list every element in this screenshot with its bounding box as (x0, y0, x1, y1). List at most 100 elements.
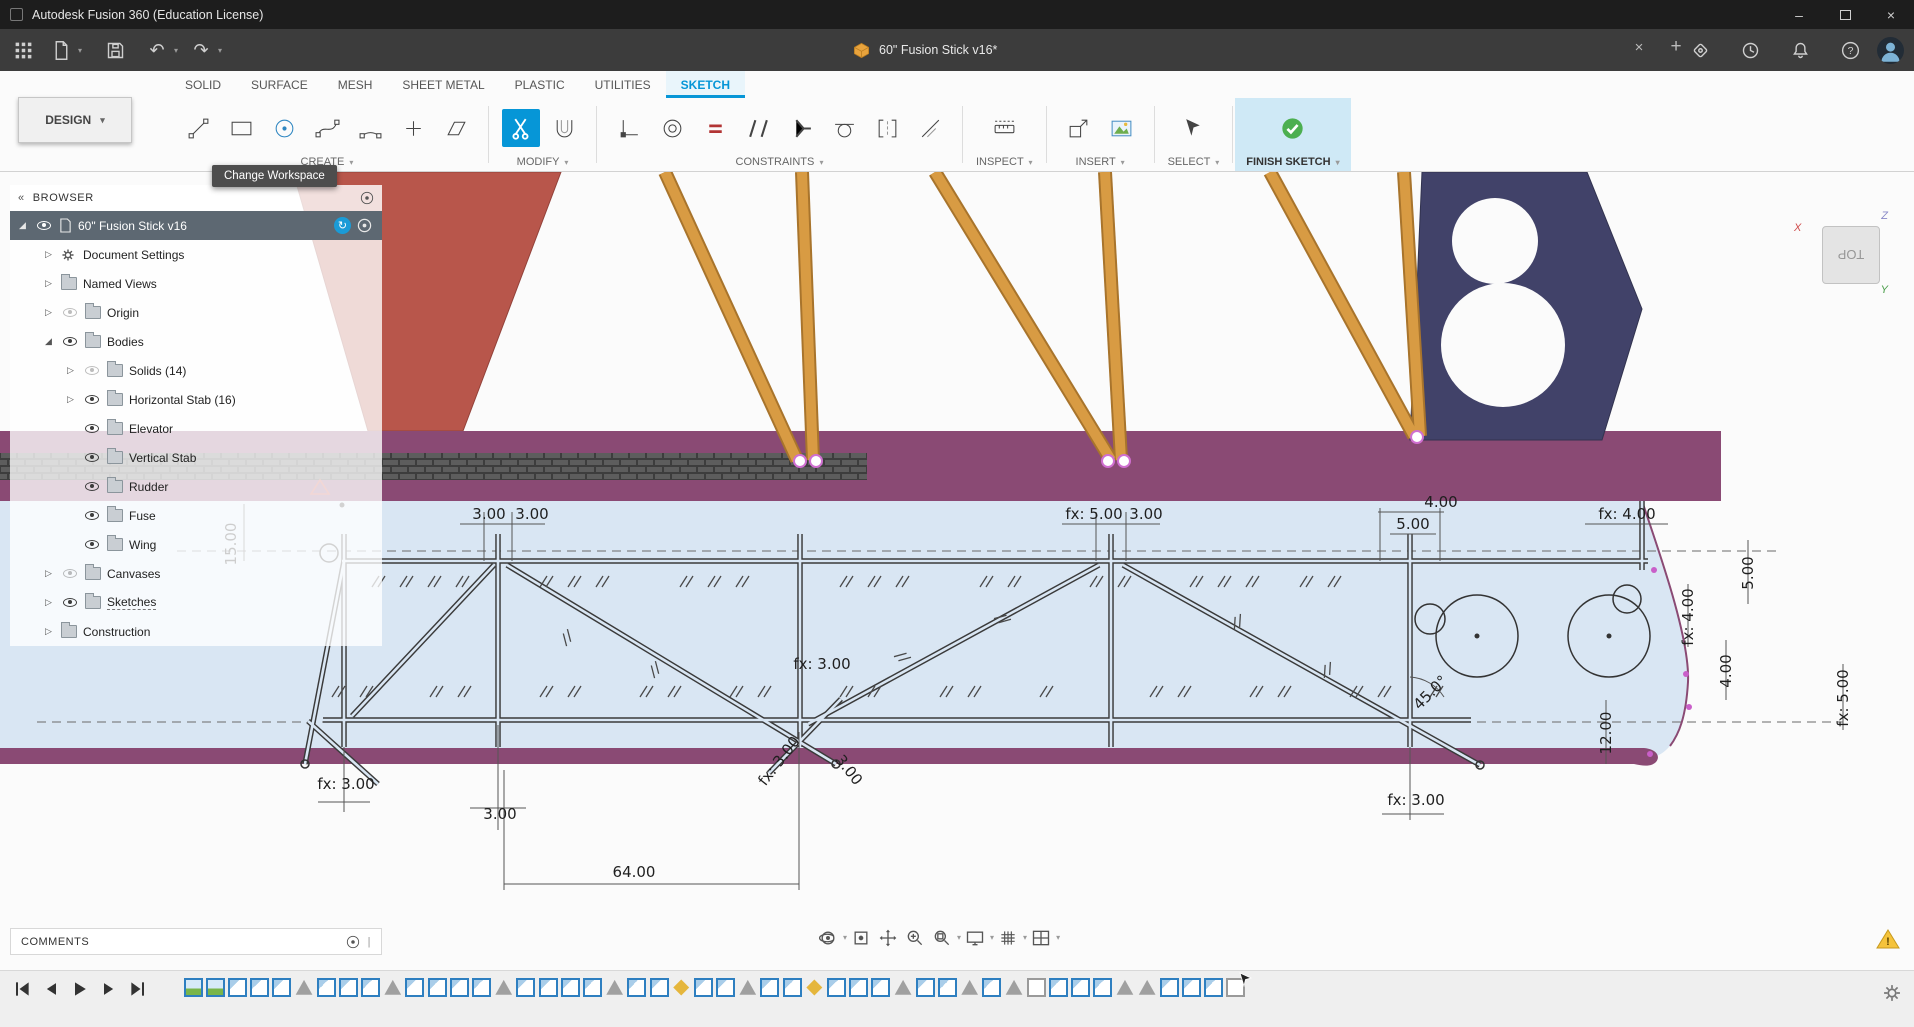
collapse-panel-icon[interactable]: « (18, 192, 25, 204)
point-tool-icon[interactable] (394, 109, 432, 147)
browser-root-item[interactable]: ◢ 60" Fusion Stick v16 ↻ (10, 211, 382, 240)
view-cube-top-face[interactable]: TOP (1822, 226, 1880, 284)
timeline-feature-hole[interactable] (805, 978, 824, 997)
browser-item-document-settings[interactable]: ▷Document Settings (10, 240, 382, 269)
grid-snap-icon[interactable] (994, 924, 1021, 951)
file-menu-caret-icon[interactable]: ▾ (78, 46, 82, 55)
cloud-status-badge-icon[interactable]: ↻ (334, 217, 351, 234)
timeline-feature-sketch[interactable] (783, 978, 802, 997)
timeline-feature-sketch[interactable] (650, 978, 669, 997)
timeline-feature-sketch[interactable] (694, 978, 713, 997)
modify-group-label[interactable]: MODIFY ▾ (517, 154, 569, 168)
timeline-feature-sketch[interactable] (361, 978, 380, 997)
rectangle-tool-icon[interactable] (222, 109, 260, 147)
timeline-feature-loft[interactable] (383, 978, 402, 997)
visibility-eye-icon[interactable] (83, 453, 101, 462)
timeline-feature-doc[interactable] (1027, 978, 1046, 997)
browser-item-elevator[interactable]: Elevator (10, 414, 382, 443)
dimension-label[interactable]: fx: 5.00 (1065, 505, 1122, 523)
symmetry-constraint-icon[interactable] (868, 109, 906, 147)
center-badge-icon[interactable] (357, 218, 372, 233)
timeline-feature-loft[interactable] (738, 978, 757, 997)
dimension-label[interactable]: 5.00 (1396, 515, 1429, 533)
redo-caret-icon[interactable]: ▾ (218, 46, 222, 55)
comments-bar[interactable]: COMMENTS | (10, 928, 382, 955)
timeline-feature-loft[interactable] (960, 978, 979, 997)
dimension-label[interactable]: 4.00 (1717, 654, 1735, 687)
timeline-feature-sketch[interactable] (1204, 978, 1223, 997)
insert-group-label[interactable]: INSERT ▾ (1076, 154, 1125, 168)
tab-solid[interactable]: SOLID (170, 71, 236, 98)
browser-item-canvases[interactable]: ▷Canvases (10, 559, 382, 588)
tab-surface[interactable]: SURFACE (236, 71, 323, 98)
redo-icon[interactable]: ↷ (186, 35, 216, 65)
step-back-icon[interactable] (41, 979, 61, 999)
timeline-feature-sketch[interactable] (760, 978, 779, 997)
pan-icon[interactable] (874, 924, 901, 951)
timeline-feature-sketch[interactable] (1049, 978, 1068, 997)
save-icon[interactable] (100, 35, 130, 65)
timeline-feature-sketch[interactable] (982, 978, 1001, 997)
coincident-constraint-icon[interactable] (610, 109, 648, 147)
timeline-feature-sketch[interactable] (583, 978, 602, 997)
timeline-feature-sketch[interactable] (716, 978, 735, 997)
minimize-button[interactable]: – (1776, 0, 1822, 29)
expand-icon[interactable]: ▷ (42, 626, 55, 637)
equal-constraint-icon[interactable] (696, 109, 734, 147)
go-to-end-icon[interactable] (128, 979, 148, 999)
timeline-feature-image[interactable] (206, 978, 225, 997)
timeline-feature-sketch[interactable] (339, 978, 358, 997)
timeline-feature-sketch[interactable] (871, 978, 890, 997)
spline-tool-icon[interactable] (308, 109, 346, 147)
extensions-icon[interactable] (1685, 35, 1715, 65)
browser-item-bodies[interactable]: ◢Bodies (10, 327, 382, 356)
comments-options-icon[interactable] (346, 935, 360, 949)
timeline-feature-sketch[interactable] (405, 978, 424, 997)
panel-handle[interactable]: | (368, 936, 371, 948)
finish-sketch-check-icon[interactable] (1274, 109, 1312, 147)
warning-icon[interactable]: ! (1876, 928, 1900, 955)
expand-icon[interactable]: ◢ (42, 336, 55, 347)
step-forward-icon[interactable] (99, 979, 119, 999)
timeline-feature-sketch[interactable] (561, 978, 580, 997)
timeline-feature-sketch[interactable] (539, 978, 558, 997)
workspace-selector-button[interactable]: DESIGN▾ (18, 97, 132, 143)
tab-plastic[interactable]: PLASTIC (500, 71, 580, 98)
visibility-eye-icon[interactable] (83, 511, 101, 520)
dimension-label[interactable]: fx: 3.00 (317, 775, 374, 793)
viewports-icon[interactable] (1027, 924, 1054, 951)
play-icon[interactable] (70, 979, 90, 999)
dimension-label[interactable]: 5.00 (1739, 556, 1757, 589)
expand-icon[interactable]: ▷ (42, 249, 55, 260)
timeline-feature-sketch[interactable] (272, 978, 291, 997)
maximize-button[interactable] (1822, 0, 1868, 29)
orbit-icon[interactable] (814, 924, 841, 951)
visibility-eye-icon[interactable] (83, 366, 101, 375)
tab-utilities[interactable]: UTILITIES (580, 71, 666, 98)
timeline-feature-loft[interactable] (1005, 978, 1024, 997)
dimension-label[interactable]: 3.00 (515, 505, 548, 523)
timeline-feature-loft[interactable] (1138, 978, 1157, 997)
panel-options-icon[interactable] (360, 191, 374, 205)
offset-tool-icon[interactable] (545, 109, 583, 147)
parallel-constraint-icon[interactable] (739, 109, 777, 147)
timeline-feature-sketch[interactable] (1182, 978, 1201, 997)
timeline-feature-sketch[interactable] (627, 978, 646, 997)
look-at-icon[interactable] (847, 924, 874, 951)
timeline-feature-sketch[interactable] (516, 978, 535, 997)
timeline-feature-image[interactable] (184, 978, 203, 997)
timeline-feature-sketch[interactable] (250, 978, 269, 997)
expand-icon[interactable]: ▷ (42, 278, 55, 289)
timeline-feature-loft[interactable] (1115, 978, 1134, 997)
visibility-eye-icon[interactable] (61, 598, 79, 607)
timeline-feature-hole[interactable] (672, 978, 691, 997)
browser-item-origin[interactable]: ▷Origin (10, 298, 382, 327)
line-tool-icon[interactable] (179, 109, 217, 147)
inspect-group-label[interactable]: INSPECT ▾ (976, 154, 1033, 168)
dimension-label[interactable]: 3.00 (1129, 505, 1162, 523)
timeline-feature-sketch[interactable] (938, 978, 957, 997)
finish-sketch-label[interactable]: FINISH SKETCH ▾ (1246, 154, 1339, 168)
timeline-marker-cursor[interactable] (1239, 972, 1252, 992)
undo-caret-icon[interactable]: ▾ (174, 46, 178, 55)
visibility-eye-icon[interactable] (61, 308, 79, 317)
